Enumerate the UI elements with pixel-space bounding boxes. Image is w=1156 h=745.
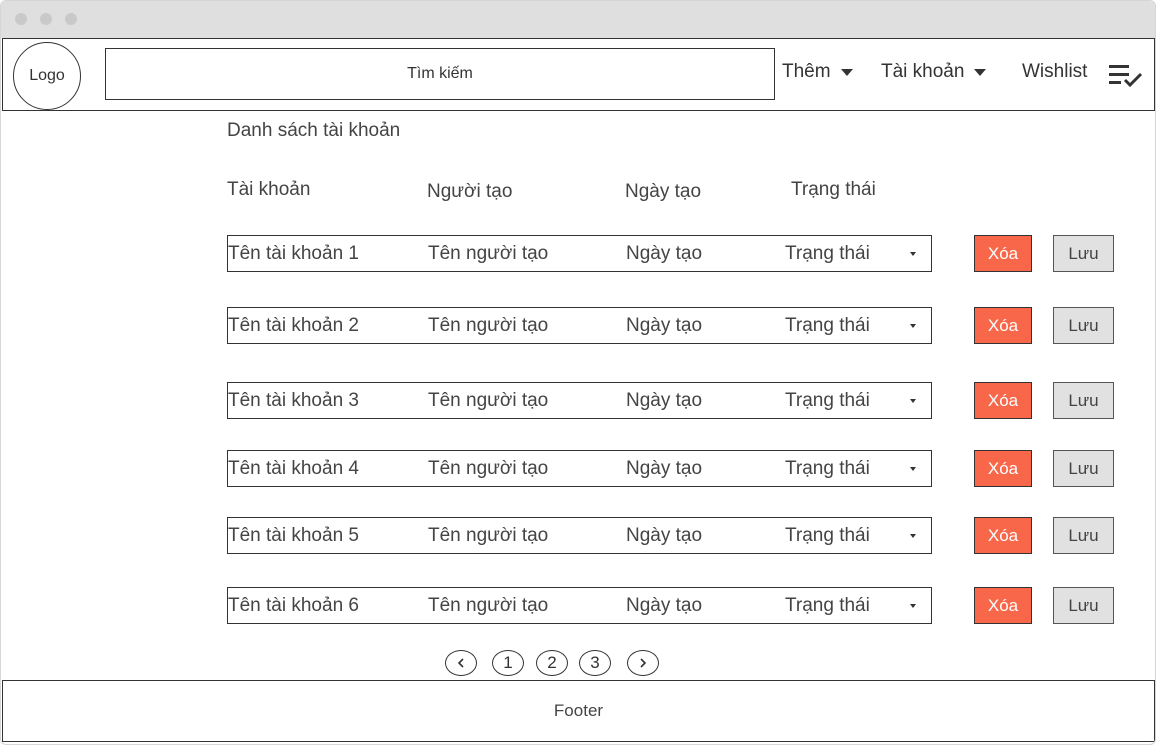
chevron-down-icon[interactable] bbox=[910, 399, 916, 403]
column-header-status: Trạng thái bbox=[791, 179, 876, 200]
page-title: Danh sách tài khoản bbox=[227, 120, 401, 141]
site-header: Logo Tìm kiếm Thêm Tài khoản Wishlist bbox=[2, 38, 1155, 111]
creator-cell: Tên người tạo bbox=[428, 390, 549, 411]
creator-cell: Tên người tạo bbox=[428, 458, 549, 479]
chevron-down-icon[interactable] bbox=[910, 324, 916, 328]
account-name-cell: Tên tài khoản 6 bbox=[228, 595, 359, 616]
delete-button[interactable]: Xóa bbox=[974, 587, 1032, 624]
date-cell: Ngày tạo bbox=[626, 458, 703, 479]
nav-them-dropdown[interactable]: Thêm bbox=[782, 61, 853, 83]
status-select[interactable]: Trạng thái bbox=[785, 390, 870, 412]
table-row: Tên tài khoản 6 Tên người tạo Ngày tạo T… bbox=[227, 587, 932, 624]
nav-tai-khoan-label: Tài khoản bbox=[881, 61, 965, 82]
save-button[interactable]: Lưu bbox=[1053, 450, 1114, 487]
creator-cell: Tên người tạo bbox=[428, 595, 549, 616]
delete-button[interactable]: Xóa bbox=[974, 450, 1032, 487]
account-name-cell: Tên tài khoản 3 bbox=[228, 390, 359, 411]
save-button[interactable]: Lưu bbox=[1053, 307, 1114, 344]
date-cell: Ngày tạo bbox=[626, 525, 703, 546]
delete-button[interactable]: Xóa bbox=[974, 307, 1032, 344]
date-cell: Ngày tạo bbox=[626, 243, 703, 264]
account-name-cell: Tên tài khoản 4 bbox=[228, 458, 359, 479]
creator-cell: Tên người tạo bbox=[428, 243, 549, 264]
page-footer: Footer bbox=[2, 680, 1155, 742]
account-name-cell: Tên tài khoản 1 bbox=[228, 243, 359, 264]
status-select[interactable]: Trạng thái bbox=[785, 525, 870, 547]
window-minimize-dot[interactable] bbox=[40, 13, 52, 25]
table-row: Tên tài khoản 2 Tên người tạo Ngày tạo T… bbox=[227, 307, 932, 344]
delete-button[interactable]: Xóa bbox=[974, 382, 1032, 419]
search-input[interactable]: Tìm kiếm bbox=[105, 48, 775, 100]
pagination-prev-button[interactable] bbox=[445, 650, 477, 676]
account-name-cell: Tên tài khoản 2 bbox=[228, 315, 359, 336]
date-cell: Ngày tạo bbox=[626, 595, 703, 616]
creator-cell: Tên người tạo bbox=[428, 525, 549, 546]
date-cell: Ngày tạo bbox=[626, 390, 703, 411]
chevron-down-icon[interactable] bbox=[910, 534, 916, 538]
nav-tai-khoan-dropdown[interactable]: Tài khoản bbox=[881, 61, 987, 83]
pagination-page-2[interactable]: 2 bbox=[536, 650, 568, 676]
chevron-down-icon[interactable] bbox=[910, 467, 916, 471]
status-select[interactable]: Trạng thái bbox=[785, 315, 870, 337]
playlist-check-icon[interactable] bbox=[1109, 63, 1143, 89]
delete-button[interactable]: Xóa bbox=[974, 235, 1032, 272]
logo[interactable]: Logo bbox=[13, 42, 81, 110]
table-row: Tên tài khoản 4 Tên người tạo Ngày tạo T… bbox=[227, 450, 932, 487]
table-row: Tên tài khoản 1 Tên người tạo Ngày tạo T… bbox=[227, 235, 932, 272]
save-button[interactable]: Lưu bbox=[1053, 382, 1114, 419]
status-select[interactable]: Trạng thái bbox=[785, 458, 870, 480]
window-titlebar bbox=[1, 1, 1155, 38]
save-button[interactable]: Lưu bbox=[1053, 517, 1114, 554]
pagination-page-3[interactable]: 3 bbox=[579, 650, 611, 676]
save-button[interactable]: Lưu bbox=[1053, 587, 1114, 624]
nav-wishlist-link[interactable]: Wishlist bbox=[1022, 61, 1087, 83]
window-close-dot[interactable] bbox=[15, 13, 27, 25]
delete-button[interactable]: Xóa bbox=[974, 517, 1032, 554]
chevron-right-icon bbox=[640, 658, 647, 668]
chevron-down-icon bbox=[840, 68, 853, 76]
table-row: Tên tài khoản 3 Tên người tạo Ngày tạo T… bbox=[227, 382, 932, 419]
table-row: Tên tài khoản 5 Tên người tạo Ngày tạo T… bbox=[227, 517, 932, 554]
column-header-creator: Người tạo bbox=[427, 181, 513, 202]
chevron-down-icon[interactable] bbox=[910, 604, 916, 608]
creator-cell: Tên người tạo bbox=[428, 315, 549, 336]
nav-them-label: Thêm bbox=[782, 61, 831, 82]
chevron-down-icon bbox=[974, 68, 987, 76]
save-button[interactable]: Lưu bbox=[1053, 235, 1114, 272]
chevron-left-icon bbox=[457, 658, 464, 668]
pagination-next-button[interactable] bbox=[627, 650, 659, 676]
browser-window: Logo Tìm kiếm Thêm Tài khoản Wishlist Da… bbox=[0, 0, 1156, 745]
pagination-page-1[interactable]: 1 bbox=[492, 650, 524, 676]
chevron-down-icon[interactable] bbox=[910, 252, 916, 256]
account-name-cell: Tên tài khoản 5 bbox=[228, 525, 359, 546]
nav-wishlist-label: Wishlist bbox=[1022, 61, 1088, 82]
column-header-account: Tài khoản bbox=[227, 179, 311, 200]
date-cell: Ngày tạo bbox=[626, 315, 703, 336]
column-header-date: Ngày tạo bbox=[625, 181, 702, 202]
status-select[interactable]: Trạng thái bbox=[785, 595, 870, 617]
window-maximize-dot[interactable] bbox=[65, 13, 77, 25]
status-select[interactable]: Trạng thái bbox=[785, 243, 870, 265]
